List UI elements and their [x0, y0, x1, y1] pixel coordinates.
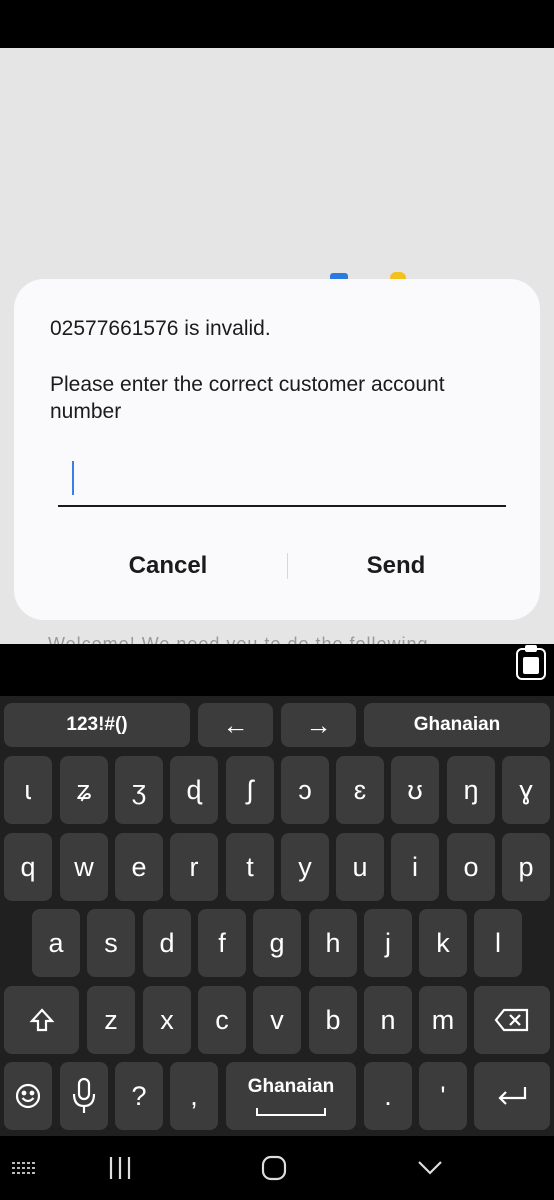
key-special-8[interactable]: ŋ — [447, 756, 495, 824]
recents-glyph — [109, 1157, 131, 1179]
key-special-9[interactable]: ɣ — [502, 756, 550, 824]
key-k[interactable]: k — [419, 909, 467, 977]
backspace-icon — [494, 1008, 529, 1032]
dialog-message-invalid: 02577661576 is invalid. — [50, 317, 271, 340]
key-p[interactable]: p — [502, 833, 550, 901]
back-icon[interactable] — [410, 1150, 450, 1186]
key-a[interactable]: a — [32, 909, 80, 977]
key-special-7[interactable]: ʊ — [391, 756, 439, 824]
keyboard: 123!#() ← → Ghanaian ɩ ʑ ʒ ɖ ʃ ɔ ɛ ʊ ŋ ɣ… — [0, 696, 554, 1136]
key-special-2[interactable]: ʒ — [115, 756, 163, 824]
key-special-1[interactable]: ʑ — [60, 756, 108, 824]
enter-key[interactable] — [474, 1062, 550, 1130]
dialog-message-instruction: Please enter the correct customer accoun… — [50, 373, 445, 423]
account-number-input[interactable] — [58, 451, 506, 507]
navigation-bar — [0, 1136, 554, 1200]
cancel-button[interactable]: Cancel — [68, 539, 268, 593]
key-special-3[interactable]: ɖ — [170, 756, 218, 824]
key-x[interactable]: x — [143, 986, 191, 1054]
keyboard-icon[interactable] — [8, 1152, 42, 1184]
status-bar — [0, 0, 554, 48]
home-glyph — [261, 1155, 287, 1181]
key-u[interactable]: u — [336, 833, 384, 901]
key-period[interactable]: . — [364, 1062, 412, 1130]
symbols-key[interactable]: 123!#() — [4, 703, 190, 747]
send-button[interactable]: Send — [296, 539, 496, 593]
key-j[interactable]: j — [364, 909, 412, 977]
key-n[interactable]: n — [364, 986, 412, 1054]
key-h[interactable]: h — [309, 909, 357, 977]
key-question[interactable]: ? — [115, 1062, 163, 1130]
key-z[interactable]: z — [87, 986, 135, 1054]
key-special-6[interactable]: ɛ — [336, 756, 384, 824]
key-g[interactable]: g — [253, 909, 301, 977]
key-s[interactable]: s — [87, 909, 135, 977]
emoji-icon — [15, 1083, 41, 1109]
recents-icon[interactable] — [100, 1150, 140, 1186]
key-special-4[interactable]: ʃ — [226, 756, 274, 824]
key-special-5[interactable]: ɔ — [281, 756, 329, 824]
key-apostrophe[interactable]: ' — [419, 1062, 467, 1130]
key-v[interactable]: v — [253, 986, 301, 1054]
mic-icon — [72, 1077, 96, 1113]
shift-icon — [29, 1008, 54, 1032]
space-indicator — [256, 1108, 326, 1116]
enter-icon — [498, 1087, 527, 1105]
mic-key[interactable] — [60, 1062, 108, 1130]
key-i[interactable]: i — [391, 833, 439, 901]
key-special-0[interactable]: ɩ — [4, 756, 52, 824]
keyboard-toolbar — [0, 644, 554, 696]
emoji-key[interactable] — [4, 1062, 52, 1130]
shift-key[interactable] — [4, 986, 79, 1054]
key-f[interactable]: f — [198, 909, 246, 977]
key-t[interactable]: t — [226, 833, 274, 901]
key-e[interactable]: e — [115, 833, 163, 901]
background-text: Welcome! We need you to do the following — [48, 634, 429, 644]
key-q[interactable]: q — [4, 833, 52, 901]
cursor-right-key[interactable]: → — [281, 703, 356, 747]
key-w[interactable]: w — [60, 833, 108, 901]
cursor-left-key[interactable]: ← — [198, 703, 273, 747]
back-glyph — [418, 1161, 442, 1175]
key-y[interactable]: y — [281, 833, 329, 901]
space-key[interactable]: Ghanaian — [226, 1062, 356, 1130]
key-l[interactable]: l — [474, 909, 522, 977]
key-c[interactable]: c — [198, 986, 246, 1054]
language-key[interactable]: Ghanaian — [364, 703, 550, 747]
clipboard-icon[interactable] — [516, 645, 546, 680]
key-o[interactable]: o — [447, 833, 495, 901]
text-caret — [72, 461, 74, 495]
backspace-key[interactable] — [474, 986, 550, 1054]
home-icon[interactable] — [254, 1150, 294, 1186]
button-divider — [287, 553, 288, 579]
keyboard-toggle-glyph — [12, 1162, 35, 1174]
key-b[interactable]: b — [309, 986, 357, 1054]
key-m[interactable]: m — [419, 986, 467, 1054]
key-d[interactable]: d — [143, 909, 191, 977]
key-comma[interactable]: , — [170, 1062, 218, 1130]
input-dialog: 02577661576 is invalid. Please enter the… — [14, 279, 540, 620]
key-r[interactable]: r — [170, 833, 218, 901]
